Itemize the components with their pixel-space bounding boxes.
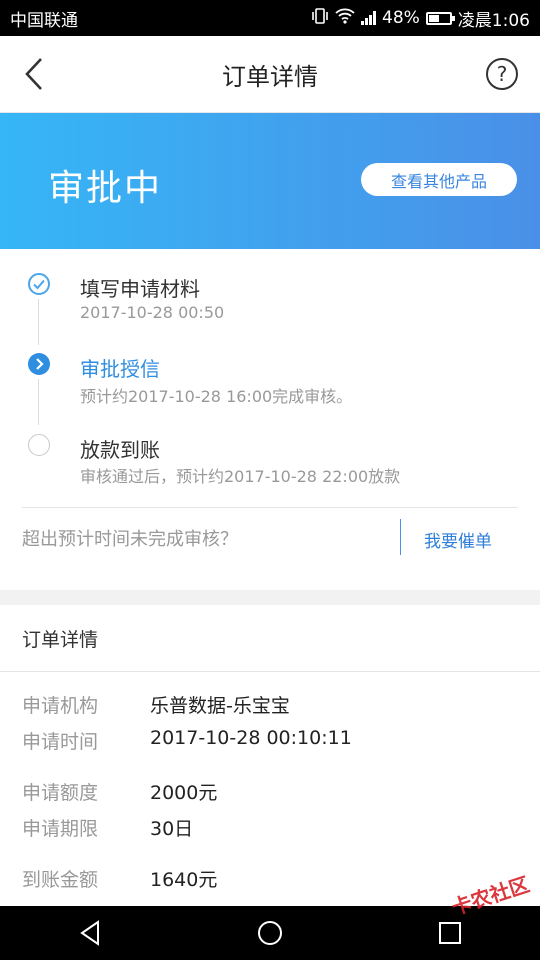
page-title: 订单详情	[222, 62, 318, 91]
system-home-button[interactable]	[240, 913, 300, 953]
order-detail: 订单详情 申请机构 乐普数据-乐宝宝 申请时间 2017-10-28 00:10…	[0, 605, 540, 906]
approval-status: 审批中	[48, 168, 163, 209]
step-title: 放款到账	[80, 438, 160, 462]
system-back-button[interactable]	[60, 913, 120, 953]
view-other-products-button[interactable]: 查看其他产品	[361, 163, 517, 196]
check-icon	[28, 273, 50, 295]
detail-row: 申请机构 乐普数据-乐宝宝	[22, 691, 290, 718]
detail-row: 申请期限 30日	[22, 814, 193, 841]
urge-row: 超出预计时间未完成审核？ 我要催单	[0, 507, 540, 567]
detail-value: 2000元	[150, 782, 218, 804]
urge-separator	[400, 519, 401, 555]
status-banner: 审批中 查看其他产品	[0, 113, 540, 249]
progress-card: 填写申请材料 2017-10-28 00:50 审批授信 预计约2017-10-…	[0, 249, 540, 590]
detail-label: 申请期限	[22, 818, 99, 840]
detail-label: 申请时间	[22, 731, 99, 753]
system-recents-button[interactable]	[420, 913, 480, 953]
detail-row: 申请时间 2017-10-28 00:10:11	[22, 727, 352, 754]
battery-icon	[425, 11, 455, 25]
detail-row: 到账金额 1640元	[22, 865, 217, 892]
detail-value: 1640元	[150, 869, 218, 891]
status-bar: 中国联通 48% 凌晨1:06	[0, 0, 540, 36]
back-button[interactable]	[16, 56, 52, 92]
help-button[interactable]: ?	[486, 58, 518, 90]
circle-home-icon	[258, 921, 282, 945]
step-title: 审批授信	[80, 357, 160, 381]
detail-value: 乐普数据-乐宝宝	[150, 695, 290, 717]
detail-label: 申请机构	[22, 695, 99, 717]
status-time: 凌晨1:06	[457, 10, 530, 31]
section-title: 订单详情	[0, 605, 540, 672]
step-title: 填写申请材料	[80, 277, 200, 301]
step-connector	[38, 299, 39, 345]
urge-question: 超出预计时间未完成审核？	[22, 529, 238, 550]
step-subtitle: 审核通过后，预计约2017-10-28 22:00放款	[80, 467, 401, 486]
signal-icon	[361, 11, 377, 25]
battery-percent: 48%	[382, 8, 420, 28]
pending-circle-icon	[28, 434, 50, 456]
urge-order-button[interactable]: 我要催单	[424, 527, 492, 552]
vibrate-icon	[311, 7, 329, 29]
square-recents-icon	[439, 922, 461, 944]
step-subtitle: 预计约2017-10-28 16:00完成审核。	[80, 387, 353, 406]
chevron-right-icon	[28, 353, 50, 375]
step-connector	[38, 379, 39, 425]
nav-bar: 订单详情 ?	[0, 36, 540, 113]
step-subtitle: 2017-10-28 00:50	[80, 303, 225, 322]
wifi-icon	[335, 8, 355, 29]
help-icon: ?	[496, 62, 508, 86]
carrier-label: 中国联通	[10, 10, 78, 31]
detail-value: 30日	[150, 818, 194, 840]
detail-label: 申请额度	[22, 782, 99, 804]
triangle-back-icon	[80, 920, 99, 946]
detail-value: 2017-10-28 00:10:11	[150, 727, 352, 749]
detail-row: 申请额度 2000元	[22, 778, 217, 805]
detail-label: 到账金额	[22, 869, 99, 891]
chevron-left-icon	[25, 58, 42, 90]
